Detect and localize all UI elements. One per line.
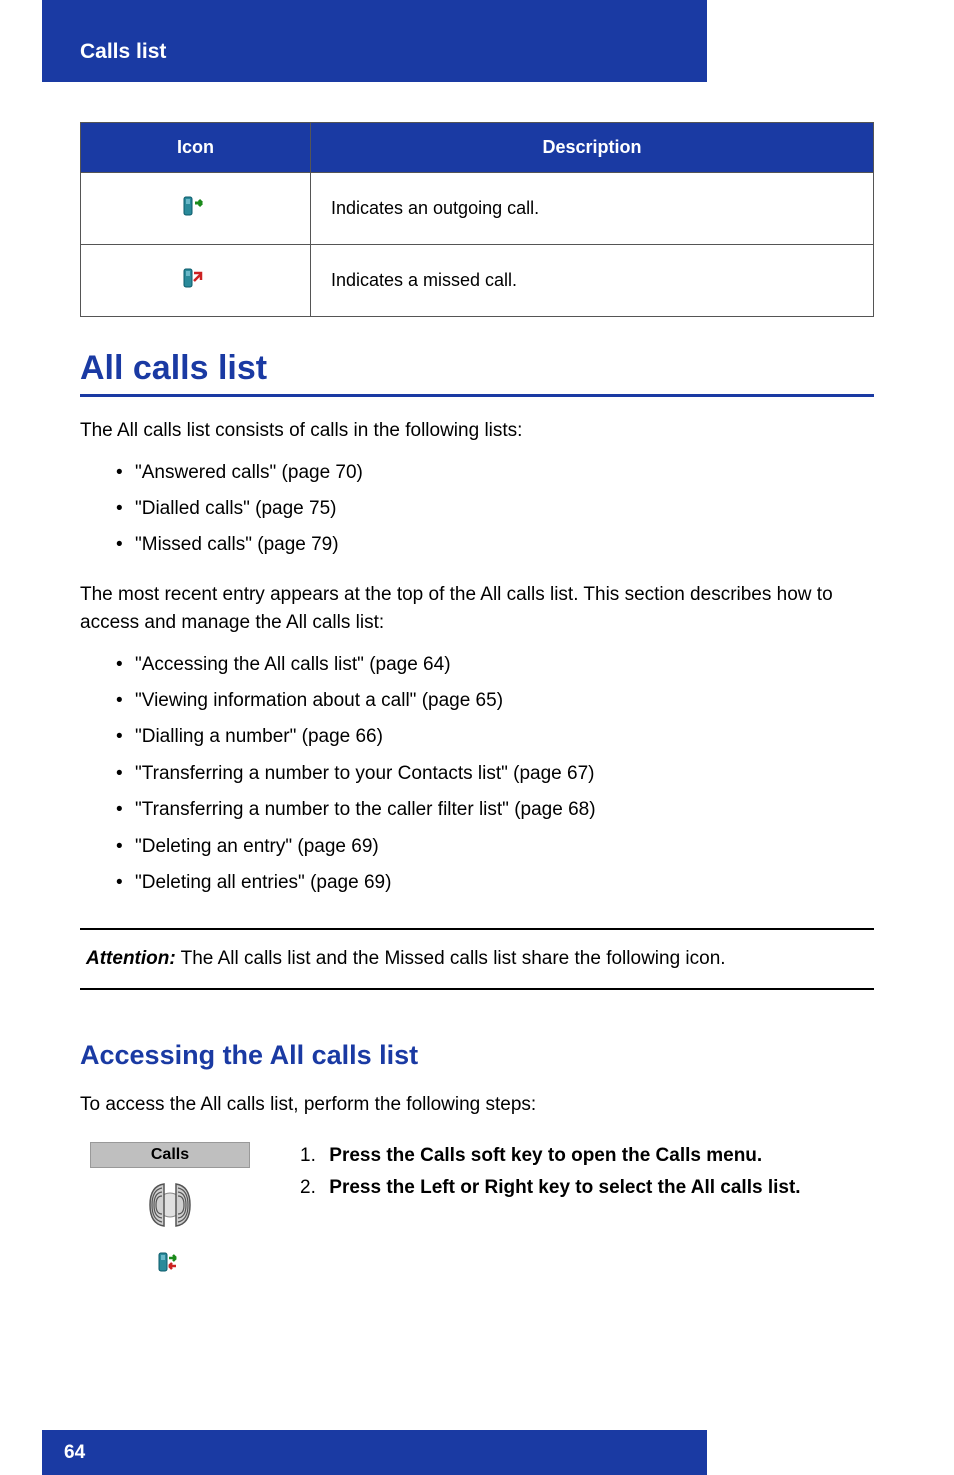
- outgoing-call-icon: [182, 195, 208, 222]
- table-header-description: Description: [310, 123, 873, 173]
- para-accessing-intro: To access the All calls list, perform th…: [80, 1091, 874, 1120]
- cell-icon-outgoing: [81, 173, 311, 245]
- step-1-body: Press the Calls soft key to open the Cal…: [329, 1145, 762, 1166]
- attention-box: Attention: The All calls list and the Mi…: [80, 928, 874, 990]
- footer-bar: 64: [42, 1430, 707, 1475]
- xref-missed-calls[interactable]: "Missed calls" (page 79): [135, 534, 339, 555]
- attention-text: The All calls list and the Missed calls …: [176, 948, 726, 969]
- calls-softkey-label: Calls: [90, 1142, 250, 1168]
- table-row: Indicates a missed call.: [81, 245, 874, 317]
- missed-call-icon: [182, 267, 208, 294]
- xref-delete-entry[interactable]: "Deleting an entry" (page 69): [135, 836, 379, 857]
- list-item: "Transferring a number to the caller fil…: [80, 795, 874, 825]
- page-number: 64: [64, 1442, 85, 1464]
- step-num-2: 2.: [300, 1174, 324, 1203]
- list-item: "Deleting all entries" (page 69): [80, 868, 874, 898]
- running-header-title: Calls list: [80, 40, 166, 64]
- list-item: "Viewing information about a call" (page…: [80, 686, 874, 716]
- xref-transfer-filter[interactable]: "Transferring a number to the caller fil…: [135, 799, 596, 820]
- xref-dialling[interactable]: "Dialling a number" (page 66): [135, 726, 383, 747]
- all-calls-icon: [157, 1251, 183, 1278]
- page-content: Icon Description Indicates an outgoing c…: [0, 122, 954, 1278]
- list-item: "Dialling a number" (page 66): [80, 722, 874, 752]
- xref-viewing-info[interactable]: "Viewing information about a call" (page…: [135, 690, 503, 711]
- step-table: Calls 1. Press the Calls soft key to ope…: [80, 1142, 874, 1279]
- bullet-list-call-types: "Answered calls" (page 70) "Dialled call…: [80, 458, 874, 561]
- xref-accessing[interactable]: "Accessing the All calls list" (page 64): [135, 654, 451, 675]
- list-item: "Missed calls" (page 79): [80, 530, 874, 560]
- heading-accessing-all-calls: Accessing the All calls list: [80, 1040, 874, 1071]
- list-item: "Answered calls" (page 70): [80, 458, 874, 488]
- step-num-1: 1.: [300, 1142, 324, 1171]
- step-2: 2. Press the Left or Right key to select…: [80, 1174, 874, 1278]
- header-bar: Calls list: [42, 0, 707, 82]
- list-item: "Accessing the All calls list" (page 64): [80, 650, 874, 680]
- step-1: Calls 1. Press the Calls soft key to ope…: [80, 1142, 874, 1171]
- list-item: "Transferring a number to your Contacts …: [80, 759, 874, 789]
- heading-all-calls-list: All calls list: [80, 349, 874, 397]
- step-2-graphic: [80, 1174, 260, 1278]
- cell-icon-missed: [81, 245, 311, 317]
- navigation-left-right-icon: [134, 1223, 206, 1240]
- xref-dialled-calls[interactable]: "Dialled calls" (page 75): [135, 498, 336, 519]
- xref-transfer-contacts[interactable]: "Transferring a number to your Contacts …: [135, 763, 595, 784]
- bullet-list-section-links: "Accessing the All calls list" (page 64)…: [80, 650, 874, 899]
- xref-delete-all[interactable]: "Deleting all entries" (page 69): [135, 872, 391, 893]
- xref-answered-calls[interactable]: "Answered calls" (page 70): [135, 462, 363, 483]
- table-header-icon: Icon: [81, 123, 311, 173]
- step-1-text: 1. Press the Calls soft key to open the …: [300, 1142, 874, 1171]
- table-row: Indicates an outgoing call.: [81, 173, 874, 245]
- step-2-text: 2. Press the Left or Right key to select…: [300, 1174, 874, 1203]
- step-1-graphic: Calls: [80, 1142, 260, 1168]
- para-all-calls-overview: The most recent entry appears at the top…: [80, 581, 874, 638]
- attention-label: Attention:: [86, 948, 176, 969]
- step-2-body: Press the Left or Right key to select th…: [329, 1177, 800, 1198]
- icon-table: Icon Description Indicates an outgoing c…: [80, 122, 874, 317]
- cell-desc-missed: Indicates a missed call.: [310, 245, 873, 317]
- list-item: "Deleting an entry" (page 69): [80, 832, 874, 862]
- list-item: "Dialled calls" (page 75): [80, 494, 874, 524]
- cell-desc-outgoing: Indicates an outgoing call.: [310, 173, 873, 245]
- para-all-calls-intro: The All calls list consists of calls in …: [80, 417, 874, 446]
